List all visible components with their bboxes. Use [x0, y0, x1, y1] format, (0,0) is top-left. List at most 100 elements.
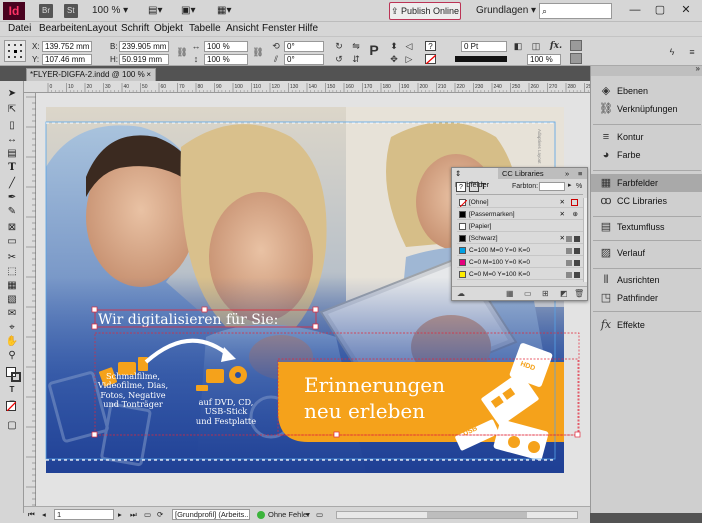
rectangle-frame-tool-icon[interactable]: ⊠ — [4, 221, 20, 235]
scale-x-field[interactable]: 100 % — [204, 41, 248, 52]
arrange-documents-icon[interactable]: ▦▾ — [217, 3, 235, 19]
apply-none-icon[interactable] — [6, 401, 17, 412]
swatch-row[interactable]: C=100 M=0 Y=0 K=0 — [457, 245, 583, 256]
free-transform-tool-icon[interactable]: ⬚ — [4, 265, 20, 279]
panel-item-farbe[interactable]: ◕ Farbe — [591, 146, 702, 164]
gradient-swatch-tool-icon[interactable]: ▦ — [4, 279, 20, 293]
headline-frame[interactable] — [94, 309, 317, 328]
stroke-box[interactable] — [11, 372, 21, 382]
panel-menu-icon[interactable]: ≡ — [686, 47, 698, 58]
zoom-tool-icon[interactable]: ⚲ — [4, 349, 20, 363]
tab-farbfelder[interactable]: ⇕ Farbfelder — [452, 168, 498, 189]
view-options-icon[interactable]: ▤▾ — [148, 3, 166, 19]
panel-item-verknuepfungen[interactable]: ⛓ Verknüpfungen — [591, 100, 702, 118]
screen-mode-tool-icon[interactable]: ▢ — [4, 419, 20, 433]
corner-icon[interactable]: ◫ — [530, 41, 542, 52]
pen-tool-icon[interactable]: ✒ — [4, 191, 20, 205]
menu-bearbeiten[interactable]: Bearbeiten — [39, 22, 87, 35]
rotate-field[interactable]: 0° — [284, 41, 324, 52]
x-field[interactable]: 139.752 mm — [42, 41, 92, 52]
menu-fenster[interactable]: Fenster — [262, 22, 296, 35]
trash-icon[interactable]: 🗑 — [574, 287, 584, 300]
zoom-select[interactable]: 100 % ▾ — [92, 3, 128, 19]
menu-schrift[interactable]: Schrift — [121, 22, 149, 35]
lightning-icon[interactable]: ϟ — [666, 47, 678, 58]
cta-frame[interactable] — [277, 358, 579, 436]
screen-mode-icon[interactable]: ▣▾ — [181, 3, 199, 19]
stock-button[interactable]: St — [64, 4, 78, 18]
swatches-scrollbar[interactable] — [583, 198, 587, 282]
prev-object-icon[interactable]: ◁ — [403, 41, 415, 52]
formatting-affects-text-icon[interactable]: T — [4, 383, 20, 397]
text-format-icon[interactable]: T — [481, 182, 486, 191]
menu-objekt[interactable]: Objekt — [154, 22, 183, 35]
fill-stroke-icon[interactable]: ? — [456, 182, 466, 192]
y-field[interactable]: 107.46 mm — [42, 54, 92, 65]
swatch-row[interactable]: C=0 M=0 Y=100 K=0 — [457, 269, 583, 280]
search-input[interactable]: ⌕ — [539, 3, 612, 19]
page-tool-icon[interactable]: ▯ — [4, 119, 20, 133]
menu-datei[interactable]: Datei — [8, 22, 31, 35]
note-tool-icon[interactable]: ✉ — [4, 307, 20, 321]
gap-tool-icon[interactable]: ↔ — [4, 133, 20, 147]
hand-tool-icon[interactable]: ✋ — [4, 335, 20, 349]
workspace-select[interactable]: Grundlagen ▾ — [476, 3, 536, 19]
close-button[interactable]: ✕ — [674, 1, 698, 19]
panel-item-textumfluss[interactable]: ▤ Textumfluss — [591, 218, 702, 236]
bridge-button[interactable]: Br — [39, 4, 53, 18]
scissors-tool-icon[interactable]: ✂ — [4, 251, 20, 265]
reference-point-icon[interactable] — [4, 40, 26, 62]
cloud-icon[interactable]: ☁ — [457, 287, 465, 300]
menu-layout[interactable]: Layout — [87, 22, 117, 35]
tab-cc-libraries[interactable]: CC Libraries — [499, 168, 547, 179]
stroke-type-select[interactable] — [455, 56, 507, 62]
stroke-weight-field[interactable]: 0 Pt — [461, 41, 507, 52]
panel-item-effekte[interactable]: fx Effekte — [591, 316, 702, 334]
drop-shadow-icon[interactable]: ◧ — [512, 41, 524, 52]
stroke-swatch[interactable] — [425, 54, 437, 65]
prev-page-icon[interactable]: ◂ — [42, 507, 46, 522]
menu-hilfe[interactable]: Hilfe — [298, 22, 318, 35]
last-page-icon[interactable]: ⏭ — [130, 507, 137, 522]
page-number-field[interactable]: 1 — [54, 509, 114, 520]
line-tool-icon[interactable]: ╱ — [4, 177, 20, 191]
horizontal-scrollbar[interactable] — [336, 511, 578, 519]
menu-tabelle[interactable]: Tabelle — [189, 22, 221, 35]
shear-field[interactable]: 0° — [284, 54, 324, 65]
pencil-tool-icon[interactable]: ✎ — [4, 205, 20, 219]
scrollbar-thumb[interactable] — [427, 512, 527, 518]
constrain-link-icon[interactable]: ⛓ — [176, 47, 188, 58]
next-page-icon[interactable]: ▸ — [118, 507, 122, 522]
select-content-icon[interactable]: ✥ — [388, 54, 400, 65]
rotate-cw-icon[interactable]: ↻ — [333, 41, 345, 52]
panel-collapse-icon[interactable]: » — [562, 168, 572, 179]
collapse-dock-icon[interactable]: » — [696, 64, 700, 73]
frame-fitting-icon[interactable] — [570, 40, 582, 51]
flip-h-icon[interactable]: ⇋ — [350, 41, 362, 52]
tint-dropdown-icon[interactable]: ▸ — [568, 181, 572, 189]
container-icon[interactable] — [469, 182, 479, 192]
panel-item-pathfinder[interactable]: ◳ Pathfinder — [591, 289, 702, 307]
content-collector-icon[interactable]: ▤ — [4, 147, 20, 161]
refresh-icon[interactable]: ⟳ — [157, 507, 163, 522]
tint-field[interactable] — [539, 182, 565, 191]
horizontal-ruler[interactable]: 0 10 20 30 40 50 60 70 80 90 100 110 120 130 140 150 160… — [24, 81, 590, 93]
opacity-field[interactable]: 100 % — [527, 54, 561, 65]
swatch-row[interactable]: [Papier] — [457, 221, 583, 232]
swatch-row[interactable]: [Passermarken] ✕ ⊕ — [457, 209, 583, 220]
select-container-icon[interactable]: ⬍ — [388, 41, 400, 52]
panel-item-ausrichten[interactable]: ⫴ Ausrichten — [591, 271, 702, 289]
gradient-feather-tool-icon[interactable]: ▧ — [4, 293, 20, 307]
new-swatch-icon[interactable]: ⊞ — [542, 287, 549, 300]
new-color-icon[interactable]: ◩ — [560, 287, 568, 300]
close-tab-icon[interactable]: × — [146, 69, 151, 81]
height-field[interactable]: 50.919 mm — [119, 54, 169, 65]
auto-fit-icon[interactable] — [570, 53, 582, 64]
rotate-ccw-icon[interactable]: ↺ — [333, 54, 345, 65]
panel-menu-icon[interactable]: ≡ — [575, 168, 585, 179]
direct-selection-tool-icon[interactable]: ⇱ — [4, 103, 20, 117]
group-frame[interactable] — [94, 332, 580, 436]
rectangle-tool-icon[interactable]: ▭ — [4, 235, 20, 249]
restore-button[interactable]: ▢ — [648, 1, 672, 19]
next-object-icon[interactable]: ▷ — [403, 54, 415, 65]
